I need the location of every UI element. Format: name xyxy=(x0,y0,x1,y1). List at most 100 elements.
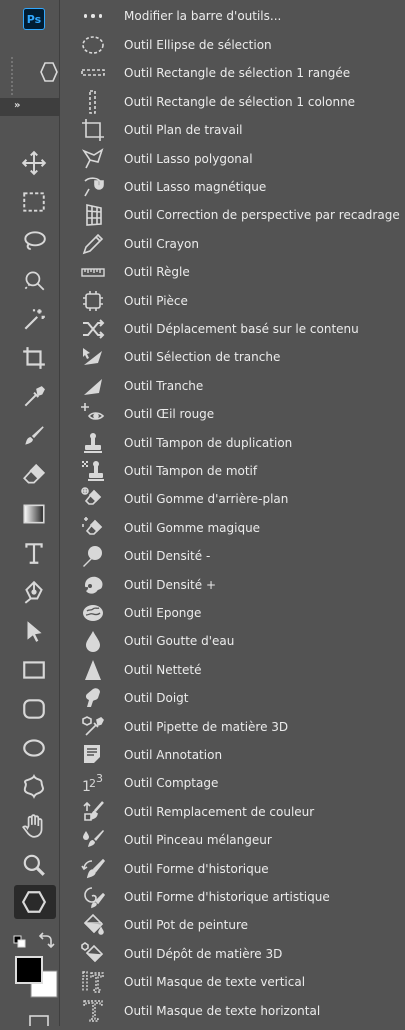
pen-tool[interactable] xyxy=(16,576,52,608)
toolbar-overflow-menu: Modifier la barre d'outils... Outil Elli… xyxy=(62,0,405,1026)
menu-item-label: Outil Rectangle de sélection 1 colonne xyxy=(124,94,356,109)
hand-icon xyxy=(22,814,43,838)
perspective-crop-icon xyxy=(62,201,124,229)
menu-item[interactable]: Outil Rectangle de sélection 1 colonne xyxy=(62,88,405,116)
menu-item[interactable]: Outil Goutte d'eau xyxy=(62,627,405,655)
menu-item-label: Outil Eponge xyxy=(124,606,202,620)
marquee-icon xyxy=(23,192,45,212)
history-brush-icon xyxy=(62,855,124,883)
menu-item[interactable]: Outil Netteté xyxy=(62,656,405,684)
collapse-label: » xyxy=(14,100,21,111)
menu-item[interactable]: Outil Plan de travail xyxy=(62,116,405,144)
menu-item[interactable]: Outil Remplacement de couleur xyxy=(62,798,405,826)
gradient-tool[interactable] xyxy=(16,498,52,530)
rectangle-tool[interactable] xyxy=(16,654,52,686)
polygon-tool[interactable] xyxy=(16,886,52,918)
edit-toolbar-item[interactable]: Modifier la barre d'outils... xyxy=(62,2,405,30)
magic-wand-tool[interactable] xyxy=(16,303,52,335)
menu-item[interactable]: Outil Crayon xyxy=(62,230,405,258)
quick-mask-icon[interactable] xyxy=(29,1015,49,1030)
menu-item[interactable]: Outil Pot de peinture xyxy=(62,911,405,939)
sponge-icon xyxy=(62,599,124,627)
menu-item[interactable]: Outil Rectangle de sélection 1 rangée xyxy=(62,59,405,87)
move-icon xyxy=(21,150,47,176)
color-swatches xyxy=(10,930,60,1030)
menu-item-label: Outil Correction de perspective par reca… xyxy=(124,208,400,223)
type-tool[interactable] xyxy=(16,537,52,569)
menu-item[interactable]: Outil Masque de texte horizontal xyxy=(62,997,405,1025)
hexagon-icon xyxy=(21,891,47,913)
brush-icon xyxy=(25,426,44,445)
menu-item[interactable]: Outil Ellipse de sélection xyxy=(62,31,405,59)
menu-item[interactable]: Outil Forme d'historique artistique xyxy=(62,883,405,911)
blur-icon xyxy=(62,627,124,655)
menu-item[interactable]: Outil Règle xyxy=(62,258,405,286)
menu-item[interactable]: Outil Pinceau mélangeur xyxy=(62,826,405,854)
menu-item[interactable]: Outil Pipette de matière 3D xyxy=(62,713,405,741)
single-column-marquee-icon xyxy=(62,88,124,116)
hexagon-icon xyxy=(40,62,58,82)
menu-item-label: Outil Rectangle de sélection 1 rangée xyxy=(124,66,351,81)
path-selection-tool[interactable] xyxy=(16,615,52,647)
menu-item[interactable]: Outil Correction de perspective par reca… xyxy=(62,201,405,229)
menu-item[interactable]: Outil Lasso polygonal xyxy=(62,145,405,173)
brush-tool[interactable] xyxy=(16,420,52,452)
menu-item[interactable]: Outil Masque de texte vertical xyxy=(62,968,405,996)
default-colors-icon[interactable] xyxy=(13,935,26,948)
move-tool[interactable] xyxy=(16,147,52,179)
menu-item-label: Outil Tampon de duplication xyxy=(124,435,293,450)
ellipse-tool[interactable] xyxy=(16,732,52,764)
menu-item[interactable]: Outil Déplacement basé sur le contenu xyxy=(62,315,405,343)
menu-item[interactable]: 1 2 3 Outil Comptage xyxy=(62,769,405,797)
magnetic-lasso-icon xyxy=(62,173,124,201)
menu-item-label: Outil Forme d'historique artistique xyxy=(124,890,330,904)
crop-tool[interactable] xyxy=(16,342,52,374)
ellipse-marquee-icon xyxy=(62,31,124,59)
menu-item[interactable]: Outil Pièce xyxy=(62,287,405,315)
zoom-tool[interactable] xyxy=(16,849,52,881)
3d-material-eyedropper-icon xyxy=(62,713,124,741)
menu-item[interactable]: Outil Annotation xyxy=(62,741,405,769)
menu-item-label: Outil Pipette de matière 3D xyxy=(124,719,289,734)
menu-item[interactable]: Outil Tampon de duplication xyxy=(62,429,405,457)
magic-eraser-icon xyxy=(62,514,124,542)
content-aware-move-icon xyxy=(62,315,124,343)
swap-colors-icon[interactable] xyxy=(38,932,55,949)
menu-item[interactable]: Outil Sélection de tranche xyxy=(62,343,405,371)
hand-tool[interactable] xyxy=(16,810,52,842)
quick-selection-icon xyxy=(24,271,45,291)
menu-item-label: Outil Comptage xyxy=(124,776,219,791)
menu-item[interactable]: Outil Œil rouge xyxy=(62,400,405,428)
menu-item-label: Outil Densité - xyxy=(124,549,211,564)
quick-selection-tool[interactable] xyxy=(16,264,52,296)
collapse-toolbar-button[interactable]: » xyxy=(0,98,60,116)
eraser-tool[interactable] xyxy=(16,459,52,491)
menu-item[interactable]: Outil Densité - xyxy=(62,542,405,570)
rounded-rectangle-tool[interactable] xyxy=(16,693,52,725)
pencil-icon xyxy=(62,230,124,258)
toolbar-grip[interactable] xyxy=(10,56,14,96)
menu-item[interactable]: Outil Doigt xyxy=(62,684,405,712)
menu-item[interactable]: Outil Gomme magique xyxy=(62,514,405,542)
polygonal-lasso-icon xyxy=(62,145,124,173)
menu-item-label: Outil Gomme magique xyxy=(124,520,261,535)
menu-item-label: Outil Netteté xyxy=(124,662,202,677)
menu-item[interactable]: Outil Lasso magnétique xyxy=(62,173,405,201)
marquee-tool[interactable] xyxy=(16,186,52,218)
art-history-brush-icon xyxy=(62,883,124,911)
foreground-color-swatch[interactable] xyxy=(15,956,43,984)
menu-item[interactable]: Outil Densité + xyxy=(62,571,405,599)
lasso-icon xyxy=(24,231,46,250)
menu-item-label: Outil Ellipse de sélection xyxy=(124,38,272,52)
lasso-tool[interactable] xyxy=(16,225,52,257)
zoom-icon xyxy=(23,854,45,876)
menu-item[interactable]: Outil Forme d'historique xyxy=(62,855,405,883)
menu-item[interactable]: Outil Gomme d'arrière-plan xyxy=(62,485,405,513)
custom-shape-tool[interactable] xyxy=(16,771,52,803)
menu-item[interactable]: Outil Dépôt de matière 3D xyxy=(62,940,405,968)
menu-item[interactable]: Outil Tampon de motif xyxy=(62,457,405,485)
eyedropper-tool[interactable] xyxy=(16,381,52,413)
menu-item[interactable]: Outil Eponge xyxy=(62,599,405,627)
menu-item[interactable]: Outil Tranche xyxy=(62,372,405,400)
menu-item-label: Outil Goutte d'eau xyxy=(124,634,235,649)
